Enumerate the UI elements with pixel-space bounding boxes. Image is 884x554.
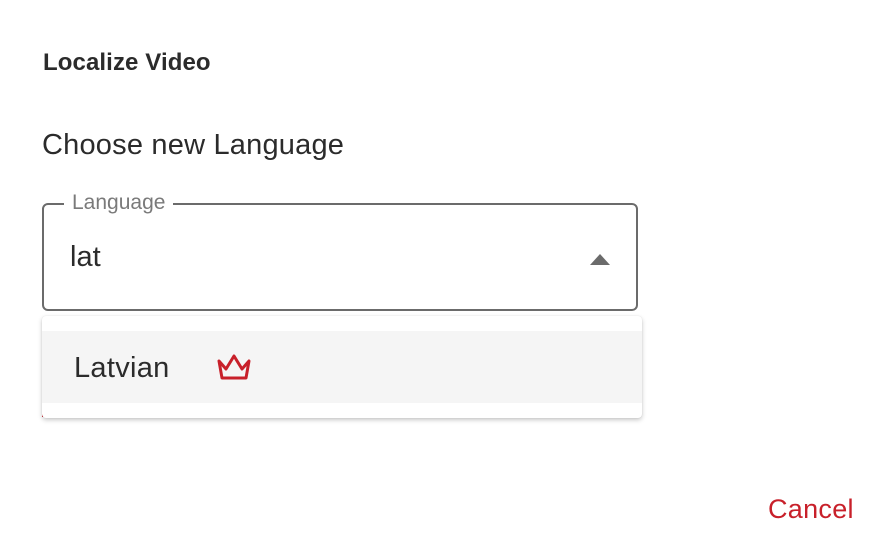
option-label: Latvian <box>74 352 170 384</box>
language-dropdown-menu: Latvian <box>42 316 642 418</box>
cancel-button[interactable]: Cancel <box>760 494 862 525</box>
section-heading: Choose new Language <box>42 129 345 161</box>
language-field-label: Language <box>64 191 174 215</box>
crown-icon <box>217 354 251 380</box>
language-search-input[interactable] <box>70 241 550 274</box>
dropdown-option-latvian[interactable]: Latvian <box>42 331 642 403</box>
language-select-field[interactable]: Language <box>42 191 638 311</box>
dropdown-collapse-arrow-icon[interactable] <box>590 254 610 265</box>
dialog-title: Localize Video <box>43 49 211 76</box>
localize-video-dialog: Localize Video Choose new Language Langu… <box>0 0 884 554</box>
